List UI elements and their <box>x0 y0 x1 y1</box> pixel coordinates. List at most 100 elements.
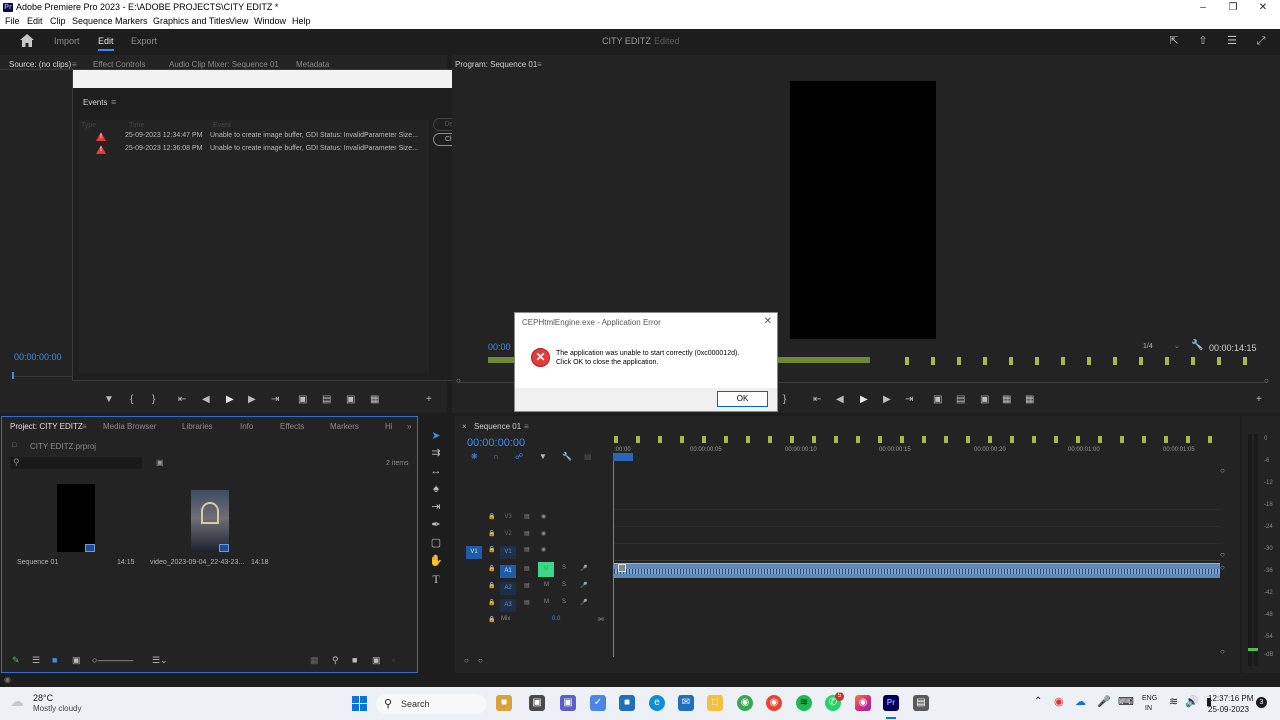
slip-tool-icon[interactable]: ⇥ <box>429 500 443 514</box>
more-tabs-icon[interactable]: » <box>407 422 411 431</box>
program-marker-icon[interactable] <box>1061 357 1065 365</box>
mark-out-icon[interactable]: } <box>783 394 786 405</box>
play-icon[interactable]: ▶ <box>860 394 868 405</box>
timeline-marker-icon[interactable] <box>812 436 816 443</box>
go-to-in-icon[interactable]: ⇤ <box>178 394 186 405</box>
timeline-close-icon[interactable]: × <box>462 422 467 431</box>
track-header-v2[interactable]: 🔒 V2 ▤ ◉ <box>460 527 612 542</box>
track-header-a3[interactable]: 🔒 A3 ▤ M S 🎤 <box>460 596 612 612</box>
tab-source[interactable]: Source: (no clips) <box>9 60 71 69</box>
dialog-close-icon[interactable]: ✕ <box>764 316 772 327</box>
go-to-out-icon[interactable]: ⇥ <box>271 394 279 405</box>
widget-app-icon[interactable]: ■ <box>496 695 512 711</box>
v-scroll-top-handle[interactable]: ○ <box>1220 466 1225 475</box>
menu-help[interactable]: Help <box>292 16 311 26</box>
clock-time[interactable]: 12:37:16 PM <box>1208 694 1253 703</box>
timeline-marker-icon[interactable] <box>1032 436 1036 443</box>
tray-app-icon[interactable]: ◉ <box>1054 695 1064 708</box>
tab-libraries[interactable]: Libraries <box>182 422 213 431</box>
keyboard-icon[interactable]: ⌨ <box>1118 695 1134 708</box>
menu-sequence[interactable]: Sequence <box>72 16 113 26</box>
play-icon[interactable]: ▶ <box>226 394 234 405</box>
extract-icon[interactable]: ▤ <box>956 394 965 405</box>
timeline-marker-icon[interactable] <box>988 436 992 443</box>
program-timecode[interactable]: 00:00 <box>488 342 511 352</box>
track-label[interactable]: A3 <box>500 599 516 612</box>
weather-temp[interactable]: 28°C <box>33 693 53 703</box>
track-header-a1[interactable]: 🔒 A1 ▤ M S 🎤 <box>460 562 612 578</box>
timeline-marker-icon[interactable] <box>636 436 640 443</box>
sequence-thumbnail[interactable] <box>57 484 95 552</box>
step-forward-icon[interactable]: ▶ <box>883 394 891 405</box>
tab-history[interactable]: Hi <box>385 422 393 431</box>
captions-icon[interactable]: ▤ <box>584 452 592 461</box>
timeline-marker-icon[interactable] <box>1186 436 1190 443</box>
event-row[interactable]: ! 25-09-2023 12:36:08 PM Unable to creat… <box>93 145 433 157</box>
ok-button[interactable]: OK <box>717 391 768 407</box>
clear-icon[interactable]: ▫ <box>392 655 395 665</box>
track-select-tool-icon[interactable]: ⇉ <box>429 446 443 460</box>
notification-count-badge[interactable]: 3 <box>1256 697 1267 708</box>
menu-edit[interactable]: Edit <box>27 16 43 26</box>
timeline-marker-icon[interactable] <box>1120 436 1124 443</box>
mix-expand-icon[interactable]: ⋈ <box>598 616 604 623</box>
snap-icon[interactable]: ∩ <box>493 452 499 461</box>
timeline-menu-icon[interactable]: ≡ <box>524 422 529 431</box>
step-back-icon[interactable]: ◀ <box>202 394 210 405</box>
rectangle-tool-icon[interactable]: ▢ <box>429 536 443 550</box>
eye-icon[interactable]: ◉ <box>541 513 546 520</box>
restore-icon[interactable]: ❐ <box>1218 0 1248 15</box>
timeline-marker-icon[interactable] <box>1098 436 1102 443</box>
store-icon[interactable]: ■ <box>619 695 635 711</box>
edge-icon[interactable]: e <box>649 695 665 711</box>
new-bin-from-search-icon[interactable]: ▣ <box>156 458 164 467</box>
source-add-button-icon[interactable]: + <box>426 394 432 405</box>
track-lock-icon[interactable]: 🔒 <box>488 513 495 520</box>
voiceover-mic-icon[interactable]: 🎤 <box>580 565 587 572</box>
program-start-handle[interactable]: ○ <box>456 376 461 385</box>
tab-project[interactable]: Project: CITY EDITZ <box>10 422 83 431</box>
overwrite-icon[interactable]: ▤ <box>322 394 331 405</box>
mute-button[interactable]: M <box>538 562 554 577</box>
events-menu-icon[interactable]: ≡ <box>111 97 116 107</box>
solo-button[interactable]: S <box>562 582 566 588</box>
audio-clip-a1[interactable] <box>614 563 1220 578</box>
mark-in-icon[interactable]: { <box>130 394 133 405</box>
lift-icon[interactable]: ▣ <box>933 394 942 405</box>
tab-import[interactable]: Import <box>54 36 80 46</box>
menu-clip[interactable]: Clip <box>50 16 66 26</box>
step-back-icon[interactable]: ◀ <box>836 394 844 405</box>
sync-lock-icon[interactable]: ▤ <box>524 582 530 589</box>
ripple-edit-tool-icon[interactable]: ↔ <box>429 464 443 478</box>
source-timecode[interactable]: 00:00:00:00 <box>14 352 62 362</box>
show-hidden-icons[interactable]: ⌃ <box>1034 696 1042 707</box>
tab-metadata[interactable]: Metadata <box>296 60 329 69</box>
program-marker-icon[interactable] <box>1165 357 1169 365</box>
program-marker-icon[interactable] <box>1191 357 1195 365</box>
mail-icon[interactable]: ✉ <box>678 695 694 711</box>
timeline-marker-icon[interactable] <box>1164 436 1168 443</box>
program-marker-icon[interactable] <box>1139 357 1143 365</box>
fullscreen-icon[interactable]: ⤢ <box>1255 35 1267 47</box>
timeline-marker-icon[interactable] <box>790 436 794 443</box>
app-icon-check[interactable]: ✓ <box>590 695 606 711</box>
selection-tool-icon[interactable]: ➤ <box>429 429 443 443</box>
step-forward-icon[interactable]: ▶ <box>248 394 256 405</box>
clock-date[interactable]: 25-09-2023 <box>1208 705 1249 714</box>
sync-lock-icon[interactable]: ▤ <box>524 565 530 572</box>
tab-effect-controls[interactable]: Effect Controls <box>93 60 145 69</box>
weather-icon[interactable]: ☁ <box>10 693 24 710</box>
tab-info[interactable]: Info <box>240 422 253 431</box>
menu-markers[interactable]: Markers <box>115 16 148 26</box>
status-indicator-icon[interactable]: ◉ <box>4 675 11 684</box>
tab-effects[interactable]: Effects <box>280 422 304 431</box>
timeline-marker-icon[interactable] <box>1142 436 1146 443</box>
wifi-icon[interactable]: ≋ <box>1169 695 1178 708</box>
minimize-icon[interactable]: – <box>1188 0 1218 15</box>
a-scroll-bottom-handle[interactable]: ○ <box>1220 647 1225 656</box>
source-playhead[interactable] <box>12 372 14 379</box>
v-scroll-mid-handle[interactable]: ○ <box>1220 550 1225 559</box>
timeline-marker-icon[interactable] <box>966 436 970 443</box>
tab-program[interactable]: Program: Sequence 01 <box>455 60 537 69</box>
events-window-titlebar[interactable]: ✕ <box>73 70 488 88</box>
